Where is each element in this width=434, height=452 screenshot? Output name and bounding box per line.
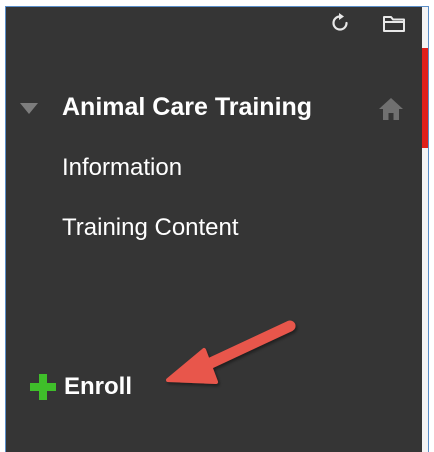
course-title[interactable]: Animal Care Training bbox=[62, 93, 312, 122]
menu-item-information[interactable]: Information bbox=[62, 154, 182, 182]
folder-icon[interactable] bbox=[381, 10, 407, 36]
course-header[interactable]: Animal Care Training bbox=[6, 88, 422, 130]
home-icon[interactable] bbox=[377, 96, 405, 122]
caret-down-icon[interactable] bbox=[20, 103, 38, 114]
menu-item-training-content[interactable]: Training Content bbox=[62, 214, 239, 242]
course-menu-frame: Animal Care Training Information Trainin… bbox=[0, 0, 434, 452]
refresh-icon[interactable] bbox=[327, 10, 353, 36]
enroll-link[interactable]: Enroll bbox=[28, 369, 132, 405]
red-accent-bar bbox=[422, 48, 428, 148]
annotation-arrow-icon bbox=[166, 320, 296, 384]
enroll-label[interactable]: Enroll bbox=[64, 373, 132, 401]
plus-icon bbox=[30, 374, 56, 400]
